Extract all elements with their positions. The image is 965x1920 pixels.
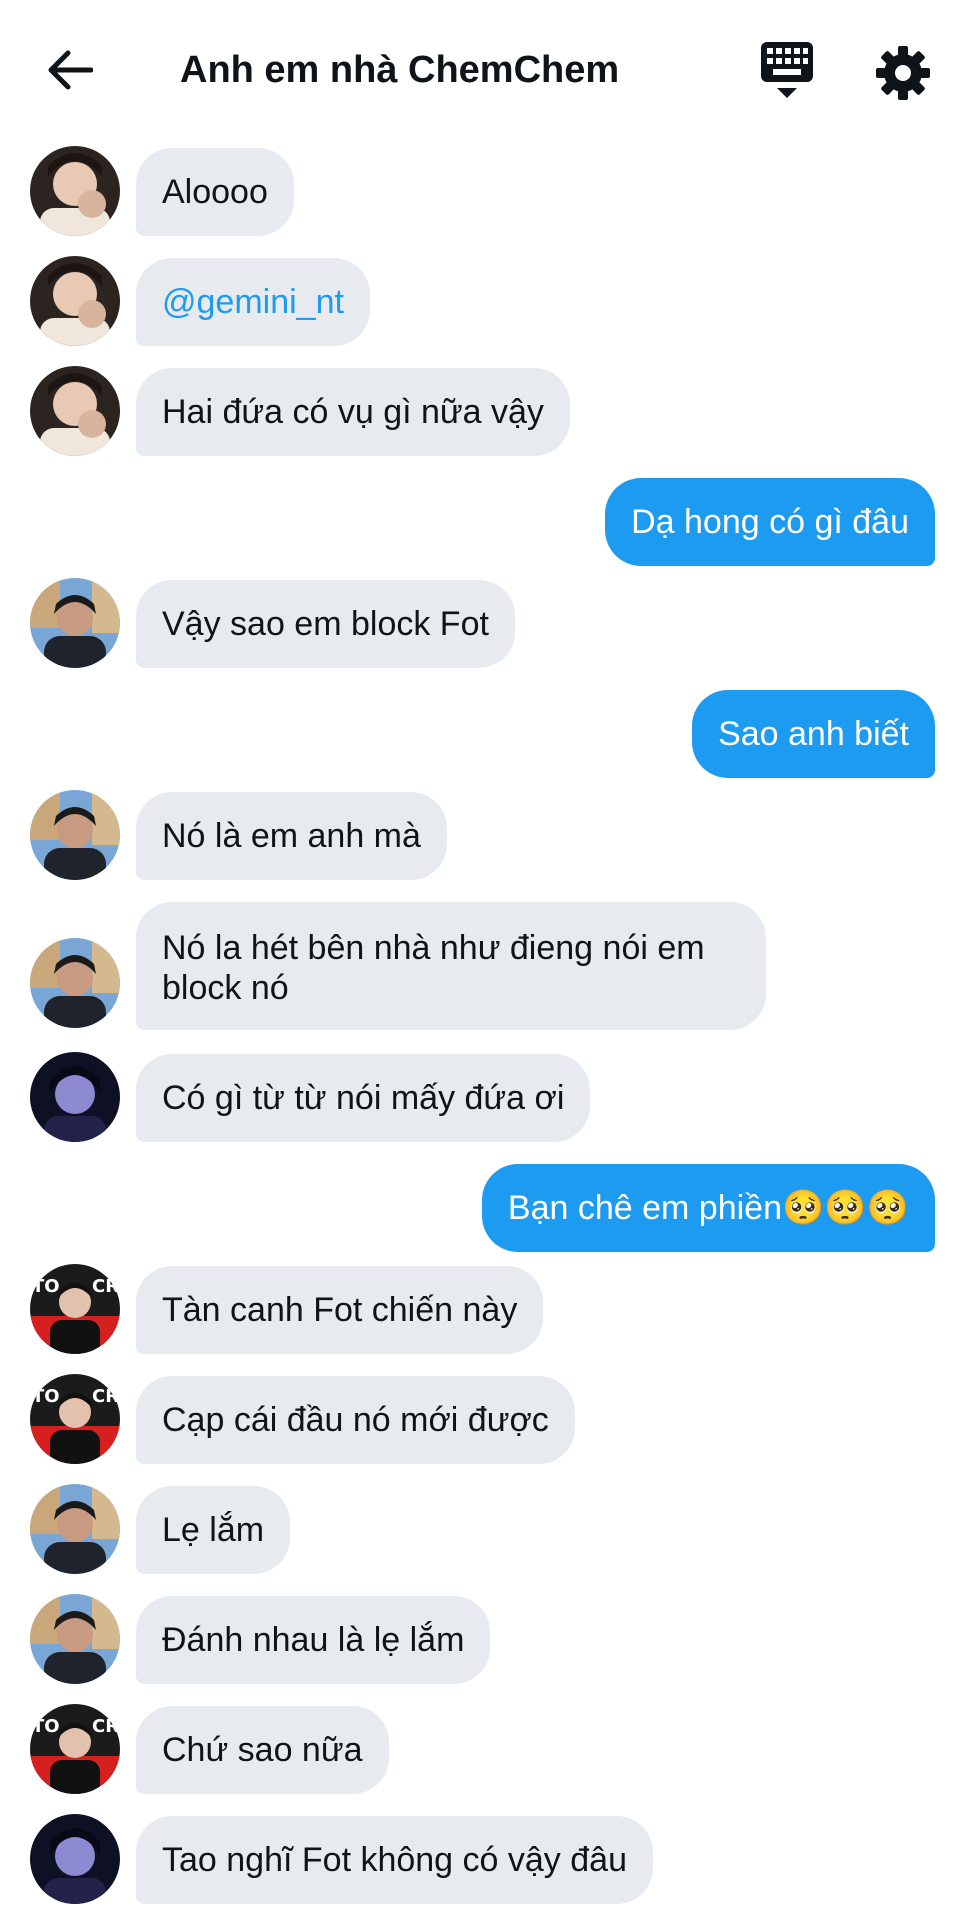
message-text: Sao anh biết (718, 715, 909, 753)
message-text: Dạ hong có gì đâu (631, 503, 909, 541)
avatar[interactable] (30, 1594, 120, 1684)
message-bubble-incoming[interactable]: Hai đứa có vụ gì nữa vậy (136, 368, 570, 456)
message-text: Bạn chê em phiền🥺🥺🥺 (507, 1189, 909, 1227)
message-bubble-outgoing[interactable]: Dạ hong có gì đâu (605, 478, 935, 566)
message-text: Đánh nhau là lẹ lắm (162, 1621, 465, 1659)
message-text: Lẹ lắm (162, 1511, 265, 1549)
message-bubble-incoming[interactable]: Có gì từ từ nói mấy đứa ơi (136, 1054, 591, 1142)
message-text: Cạp cái đầu nó mới được (162, 1401, 549, 1439)
avatar[interactable] (30, 366, 120, 456)
message-bubble-outgoing[interactable]: Bạn chê em phiền🥺🥺🥺 (481, 1164, 935, 1252)
message-bubble-incoming[interactable]: Lẹ lắm (136, 1486, 291, 1574)
message-bubble-incoming[interactable]: Aloooo (136, 148, 294, 236)
message-bubble-outgoing[interactable]: Sao anh biết (692, 690, 935, 778)
avatar[interactable] (30, 578, 120, 668)
message-bubble-incoming[interactable]: Nó là em anh mà (136, 792, 447, 880)
avatar[interactable] (30, 1052, 120, 1142)
avatar[interactable] (30, 790, 120, 880)
message-text: Tao nghĩ Fot không có vậy đâu (162, 1841, 627, 1879)
message-text: Nó là em anh mà (162, 817, 421, 855)
message-bubble-incoming[interactable]: Vậy sao em block Fot (136, 580, 515, 668)
message-bubble-incoming[interactable]: Đánh nhau là lẹ lắm (136, 1596, 491, 1684)
avatar[interactable] (30, 146, 120, 236)
avatar[interactable] (30, 256, 120, 346)
message-bubble-incoming[interactable]: Nó la hét bên nhà như đieng nói em block… (136, 902, 766, 1030)
message-text: Aloooo (162, 173, 268, 211)
message-text: Chứ sao nữa (162, 1731, 363, 1769)
message-text: Hai đứa có vụ gì nữa vậy (162, 393, 544, 431)
avatar[interactable] (30, 1814, 120, 1904)
avatar[interactable] (30, 938, 120, 1028)
message-bubble-incoming[interactable]: Tàn canh Fot chiến này (136, 1266, 544, 1354)
message-text: Nó la hét bên nhà như đieng nói em block… (162, 929, 705, 1007)
message-text: Vậy sao em block Fot (162, 605, 489, 643)
user-mention-link[interactable]: @gemini_nt (162, 282, 344, 322)
avatar[interactable] (30, 1264, 120, 1354)
message-bubble-incoming[interactable]: Cạp cái đầu nó mới được (136, 1376, 575, 1464)
message-text: Có gì từ từ nói mấy đứa ơi (162, 1079, 565, 1117)
message-bubble-incoming[interactable]: Chứ sao nữa (136, 1706, 389, 1794)
avatar[interactable] (30, 1484, 120, 1574)
message-bubble-incoming[interactable]: @gemini_nt (136, 258, 370, 346)
avatar[interactable] (30, 1704, 120, 1794)
avatar[interactable] (30, 1374, 120, 1464)
message-bubble-incoming[interactable]: Tao nghĩ Fot không có vậy đâu (136, 1816, 653, 1904)
message-list: Aloooo @gemini_nt Hai đứa có vụ gì nữa v… (0, 0, 965, 1920)
message-text: Tàn canh Fot chiến này (162, 1291, 518, 1329)
